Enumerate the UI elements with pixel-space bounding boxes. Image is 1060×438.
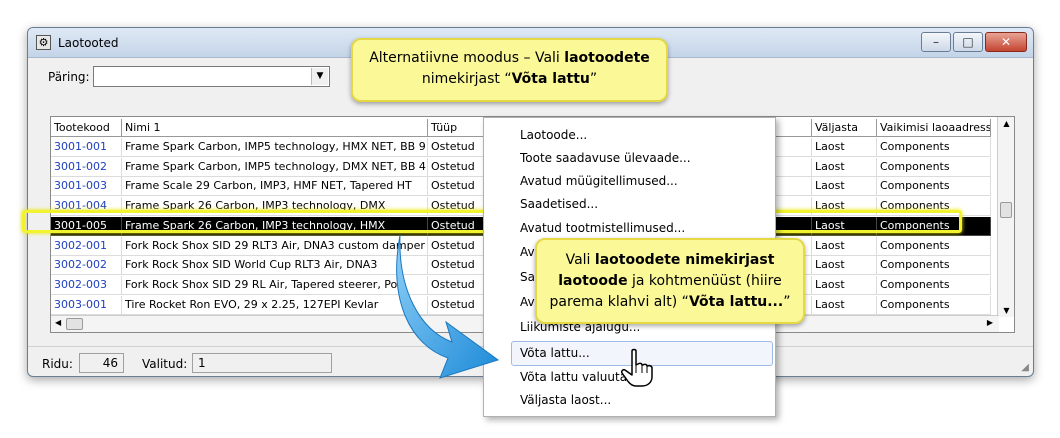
gear-icon: ⚙	[36, 35, 51, 50]
horizontal-scroll-thumb[interactable]	[66, 318, 83, 330]
cell-issue: Laost	[812, 138, 877, 157]
column-header-name[interactable]: Nimi 1	[122, 119, 428, 137]
cell-address: Components	[877, 295, 991, 315]
cell-address: Components	[877, 177, 991, 197]
cell-code: 3003-001	[51, 295, 122, 315]
selected-count-value: 1	[192, 353, 332, 373]
query-select[interactable]: ▼	[93, 66, 330, 87]
callout-1-bold-1: laotoodete	[564, 50, 650, 66]
column-header-issue[interactable]: Väljasta	[812, 119, 877, 137]
minimize-button[interactable]: –	[921, 32, 951, 52]
callout-instruction: Vali laotoodete nimekirjast laotoode ja …	[535, 238, 805, 324]
callout-1-bold-2: Võta lattu	[511, 71, 590, 87]
cell-name: Tire Rocket Ron EVO, 29 x 2.25, 127EPI K…	[122, 295, 428, 315]
cell-name: Frame Spark Carbon, IMP5 technology, DMX…	[122, 157, 428, 177]
cell-code: 3001-003	[51, 177, 122, 197]
close-button[interactable]: ✕	[985, 32, 1027, 52]
scroll-up-icon[interactable]: ▲	[998, 119, 1014, 128]
cell-address: Components	[877, 138, 991, 157]
vertical-scrollbar[interactable]: ▲ ▼	[997, 117, 1014, 317]
cell-code: 3002-003	[51, 275, 122, 295]
cell-address: Components	[877, 275, 991, 295]
arrow-down-icon	[396, 234, 500, 379]
menu-item-shipments[interactable]: Saadetised...	[520, 193, 598, 215]
cell-code: 3001-001	[51, 138, 122, 157]
scroll-down-icon[interactable]: ▼	[998, 306, 1014, 315]
callout-1-text-end: ”	[589, 71, 598, 87]
maximize-button[interactable]: □	[953, 32, 983, 52]
menu-item-production-orders[interactable]: Avatud tootmistellimused...	[520, 217, 685, 239]
cell-issue: Laost	[812, 236, 877, 256]
scroll-right-icon[interactable]: ▶	[987, 318, 993, 327]
cell-address: Components	[877, 256, 991, 276]
cell-name: Frame Spark Carbon, IMP5 technology, HMX…	[122, 138, 428, 157]
callout-2-text-end: ”	[783, 294, 791, 310]
cell-name: Fork Rock Shox SID 29 RL Air, Tapered st…	[122, 275, 428, 295]
cell-issue: Laost	[812, 295, 877, 315]
menu-item-sales-orders[interactable]: Avatud müügitellimused...	[520, 170, 678, 192]
cell-name: Fork Rock Shox SID World Cup RLT3 Air, D…	[122, 256, 428, 276]
cell-issue: Laost	[812, 157, 877, 177]
menu-item-receive-stock-currency[interactable]: Võta lattu valuuta	[520, 366, 627, 388]
menu-item-laotoode[interactable]: Laotoode...	[520, 124, 587, 146]
callout-alternative: Alternatiivne moodus – Vali laotoodete n…	[351, 38, 668, 102]
cell-code: 3001-002	[51, 157, 122, 177]
callout-2-text: Vali	[565, 252, 595, 268]
menu-item-receive-stock[interactable]: Võta lattu...	[520, 342, 590, 364]
cell-code: 3002-001	[51, 236, 122, 256]
window-title: Laotooted	[58, 36, 119, 50]
cell-address: Components	[877, 157, 991, 177]
resize-grip-icon[interactable]: ◢	[1021, 362, 1029, 373]
menu-item-partial-3[interactable]: Av	[520, 291, 535, 313]
window-controls: – □ ✕	[919, 32, 1027, 52]
callout-1-text: Alternatiivne moodus – Vali	[369, 50, 565, 66]
cell-address: Components	[877, 236, 991, 256]
column-header-code[interactable]: Tootekood	[51, 119, 122, 137]
cell-issue: Laost	[812, 177, 877, 197]
menu-item-issue-stock[interactable]: Väljasta laost...	[520, 389, 611, 411]
query-label: Päring:	[48, 70, 90, 84]
cell-code: 3002-002	[51, 256, 122, 276]
scroll-left-icon[interactable]: ◀	[55, 318, 61, 327]
column-header-address[interactable]: Vaikimisi laoaadress	[877, 119, 991, 137]
rows-count-label: Ridu:	[42, 357, 73, 371]
vertical-scroll-thumb[interactable]	[1000, 202, 1012, 218]
cell-type: Ostetud	[428, 157, 488, 177]
hand-pointer-icon	[621, 348, 653, 387]
rows-count-value: 46	[79, 353, 124, 373]
selected-count-label: Valitud:	[142, 357, 188, 371]
callout-1-text-mid: nimekirjast “	[421, 71, 512, 87]
cell-name: Fork Rock Shox SID 29 RLT3 Air, DNA3 cus…	[122, 236, 428, 256]
chevron-down-icon[interactable]: ▼	[311, 68, 328, 85]
menu-item-availability[interactable]: Toote saadavuse ülevaade...	[520, 147, 691, 169]
cell-name: Frame Scale 29 Carbon, IMP3, HMF NET, Ta…	[122, 177, 428, 197]
menu-item-partial-1[interactable]: Av	[520, 241, 535, 263]
cell-issue: Laost	[812, 256, 877, 276]
column-header-type[interactable]: Tüüp	[428, 119, 488, 137]
cell-issue: Laost	[812, 275, 877, 295]
callout-2-bold-2: Võta lattu...	[688, 294, 784, 310]
cell-type: Ostetud	[428, 138, 488, 157]
cell-type: Ostetud	[428, 177, 488, 197]
